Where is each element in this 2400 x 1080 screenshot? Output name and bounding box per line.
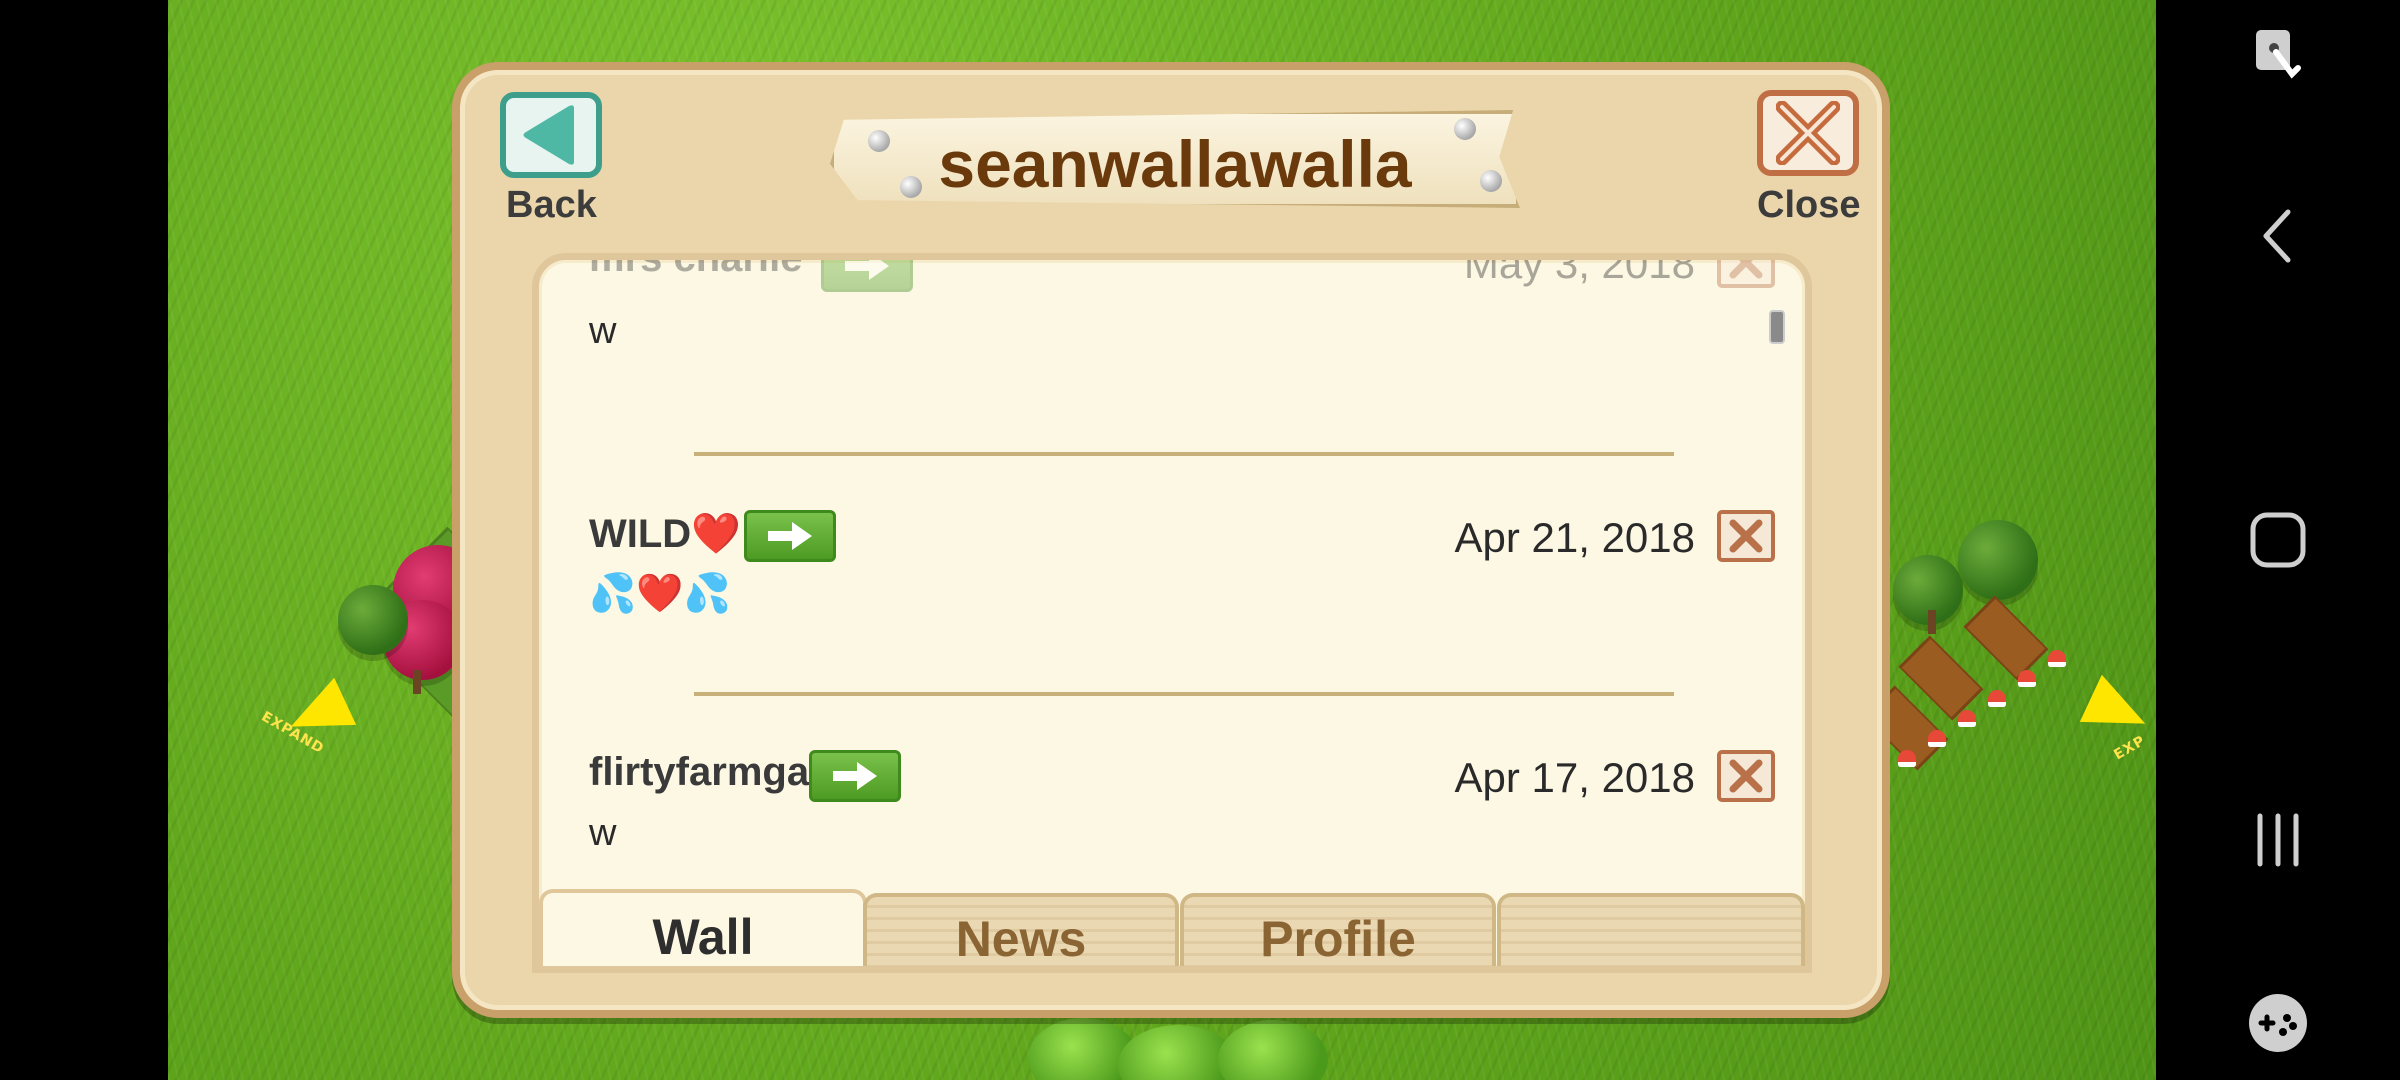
wall-feed[interactable]: mrs charlie May 3, 2018 w WILD❤️ bbox=[539, 260, 1805, 895]
nav-home-button[interactable] bbox=[2156, 510, 2400, 570]
tab-bar: Wall News Profile bbox=[539, 889, 1805, 966]
close-label: Close bbox=[1757, 184, 1861, 226]
tree-trunk bbox=[1928, 610, 1936, 634]
post-message: w bbox=[589, 812, 617, 854]
x-icon bbox=[1776, 101, 1840, 165]
post-message: 💦❤️💦 bbox=[589, 573, 731, 615]
poster-name[interactable]: WILD❤️ bbox=[589, 510, 741, 557]
nav-back-button[interactable] bbox=[2156, 208, 2400, 264]
crop bbox=[2048, 650, 2066, 667]
arrow-right-icon bbox=[845, 260, 889, 280]
post-date: Apr 17, 2018 bbox=[1454, 754, 1695, 801]
home-icon bbox=[2250, 512, 2306, 568]
back-button[interactable] bbox=[500, 92, 602, 178]
nav-recents-button[interactable] bbox=[2156, 812, 2400, 868]
title-banner: seanwallawalla bbox=[830, 98, 1520, 218]
tab-profile[interactable]: Profile bbox=[1180, 893, 1496, 966]
delete-post-button[interactable] bbox=[1717, 510, 1775, 562]
wall-post: mrs charlie May 3, 2018 w bbox=[539, 260, 1805, 436]
close-button[interactable] bbox=[1757, 90, 1859, 176]
visit-farm-button[interactable] bbox=[809, 750, 901, 802]
x-icon bbox=[1729, 759, 1763, 793]
poster-name[interactable]: mrs charlie bbox=[589, 260, 802, 281]
crop bbox=[1928, 730, 1946, 747]
visit-farm-button[interactable] bbox=[821, 260, 913, 292]
feed-scrollbar[interactable] bbox=[1769, 310, 1785, 344]
post-message: w bbox=[589, 310, 617, 352]
arrow-right-icon bbox=[833, 762, 877, 790]
poster-name[interactable]: flirtyfarmgal bbox=[589, 750, 820, 795]
x-icon bbox=[1729, 260, 1763, 279]
crop-field bbox=[1963, 595, 2049, 681]
x-icon bbox=[1729, 519, 1763, 553]
tree-trunk bbox=[413, 670, 421, 694]
crop bbox=[1898, 750, 1916, 767]
screenshot-edit-button[interactable] bbox=[2156, 28, 2400, 84]
tab-empty bbox=[1497, 893, 1805, 966]
game-tools-button[interactable] bbox=[2156, 992, 2400, 1054]
wall-post: flirtyfarmgal Apr 17, 2018 w bbox=[539, 750, 1805, 895]
visit-farm-button[interactable] bbox=[744, 510, 836, 562]
recent-apps-icon bbox=[2257, 813, 2299, 867]
wall-panel: mrs charlie May 3, 2018 w WILD❤️ bbox=[532, 253, 1812, 973]
wall-post: WILD❤️ Apr 21, 2018 💦❤️💦 bbox=[539, 510, 1805, 710]
tree bbox=[338, 585, 408, 655]
screenshot-edit-icon bbox=[2256, 30, 2301, 79]
game-tools-icon bbox=[2249, 994, 2307, 1052]
delete-post-button[interactable] bbox=[1717, 260, 1775, 288]
player-profile-dialog: Back Close seanwallawalla mrs charlie bbox=[452, 62, 1890, 1018]
bush bbox=[1218, 1020, 1328, 1080]
arrow-right-icon bbox=[768, 522, 812, 550]
tree bbox=[1958, 520, 2038, 600]
expand-right-arrow-icon[interactable] bbox=[2079, 674, 2156, 748]
crop bbox=[1958, 710, 1976, 727]
back-label: Back bbox=[506, 184, 597, 226]
post-date: May 3, 2018 bbox=[1463, 260, 1695, 287]
post-divider bbox=[694, 692, 1674, 696]
nav-back-icon bbox=[2263, 209, 2291, 263]
delete-post-button[interactable] bbox=[1717, 750, 1775, 802]
back-triangle-icon bbox=[523, 105, 574, 165]
post-date: Apr 21, 2018 bbox=[1454, 514, 1695, 561]
system-navigation-bar bbox=[2156, 0, 2400, 1080]
post-divider bbox=[694, 452, 1674, 456]
crop bbox=[2018, 670, 2036, 687]
tab-news[interactable]: News bbox=[863, 893, 1179, 966]
tab-wall[interactable]: Wall bbox=[539, 889, 867, 966]
crop bbox=[1988, 690, 2006, 707]
player-name-title: seanwallawalla bbox=[938, 127, 1412, 201]
